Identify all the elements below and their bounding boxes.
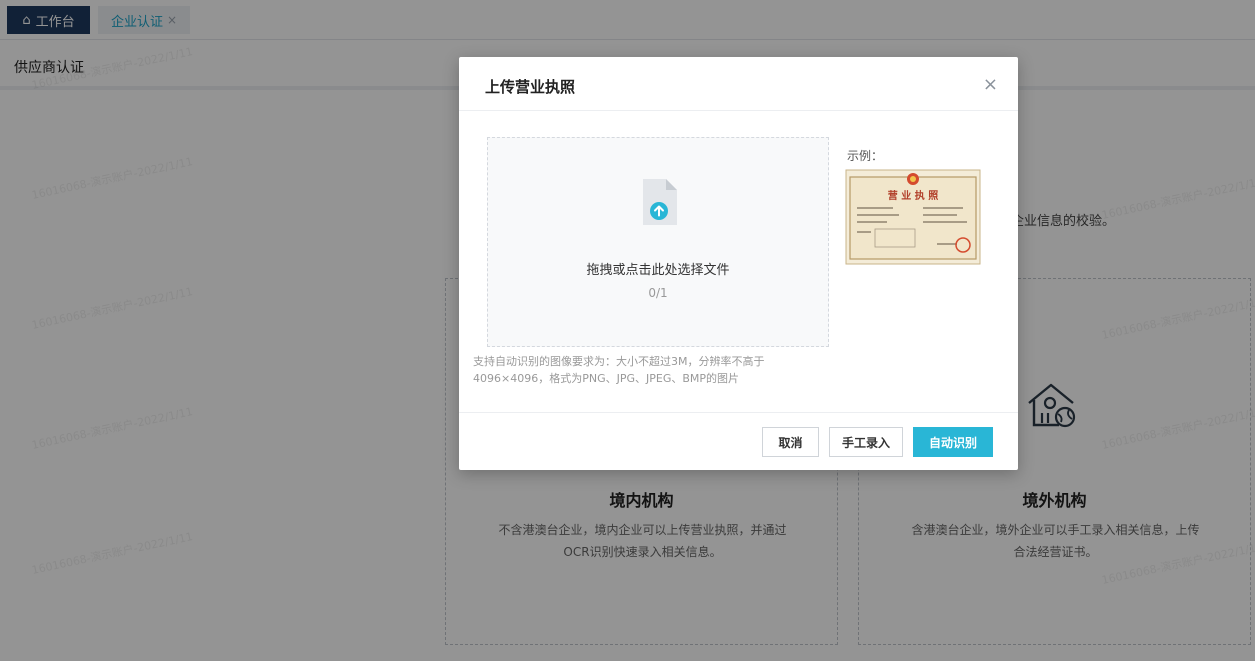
cancel-button[interactable]: 取消 (762, 427, 819, 457)
upload-license-dialog: 上传营业执照 × 拖拽或点击此处选择文件 0/1 支持自动识别的图像要求为：大小… (459, 57, 1018, 470)
file-upload-icon (643, 179, 677, 225)
sample-license-image: 营 业 执 照 (845, 169, 981, 265)
example-label: 示例： (847, 149, 884, 163)
upload-count: 0/1 (648, 286, 668, 300)
auto-recognize-button[interactable]: 自动识别 (913, 427, 993, 457)
upload-instruction: 拖拽或点击此处选择文件 (586, 263, 730, 278)
dialog-header: 上传营业执照 × (459, 57, 1018, 111)
upload-requirements: 支持自动识别的图像要求为：大小不超过3M，分辨率不高于 4096×4096，格式… (473, 353, 813, 387)
sample-license-title: 营 业 执 照 (888, 189, 938, 202)
manual-entry-button[interactable]: 手工录入 (829, 427, 903, 457)
upload-tip-line1: 支持自动识别的图像要求为：大小不超过3M，分辨率不高于 (473, 355, 765, 368)
upload-tip-line2: 4096×4096，格式为PNG、JPG、JPEG、BMP的图片 (473, 372, 740, 385)
file-drop-zone[interactable]: 拖拽或点击此处选择文件 0/1 (487, 137, 829, 347)
dialog-footer: 取消 手工录入 自动识别 (459, 412, 1018, 470)
dialog-title: 上传营业执照 (485, 78, 576, 96)
close-icon[interactable]: × (983, 74, 998, 95)
